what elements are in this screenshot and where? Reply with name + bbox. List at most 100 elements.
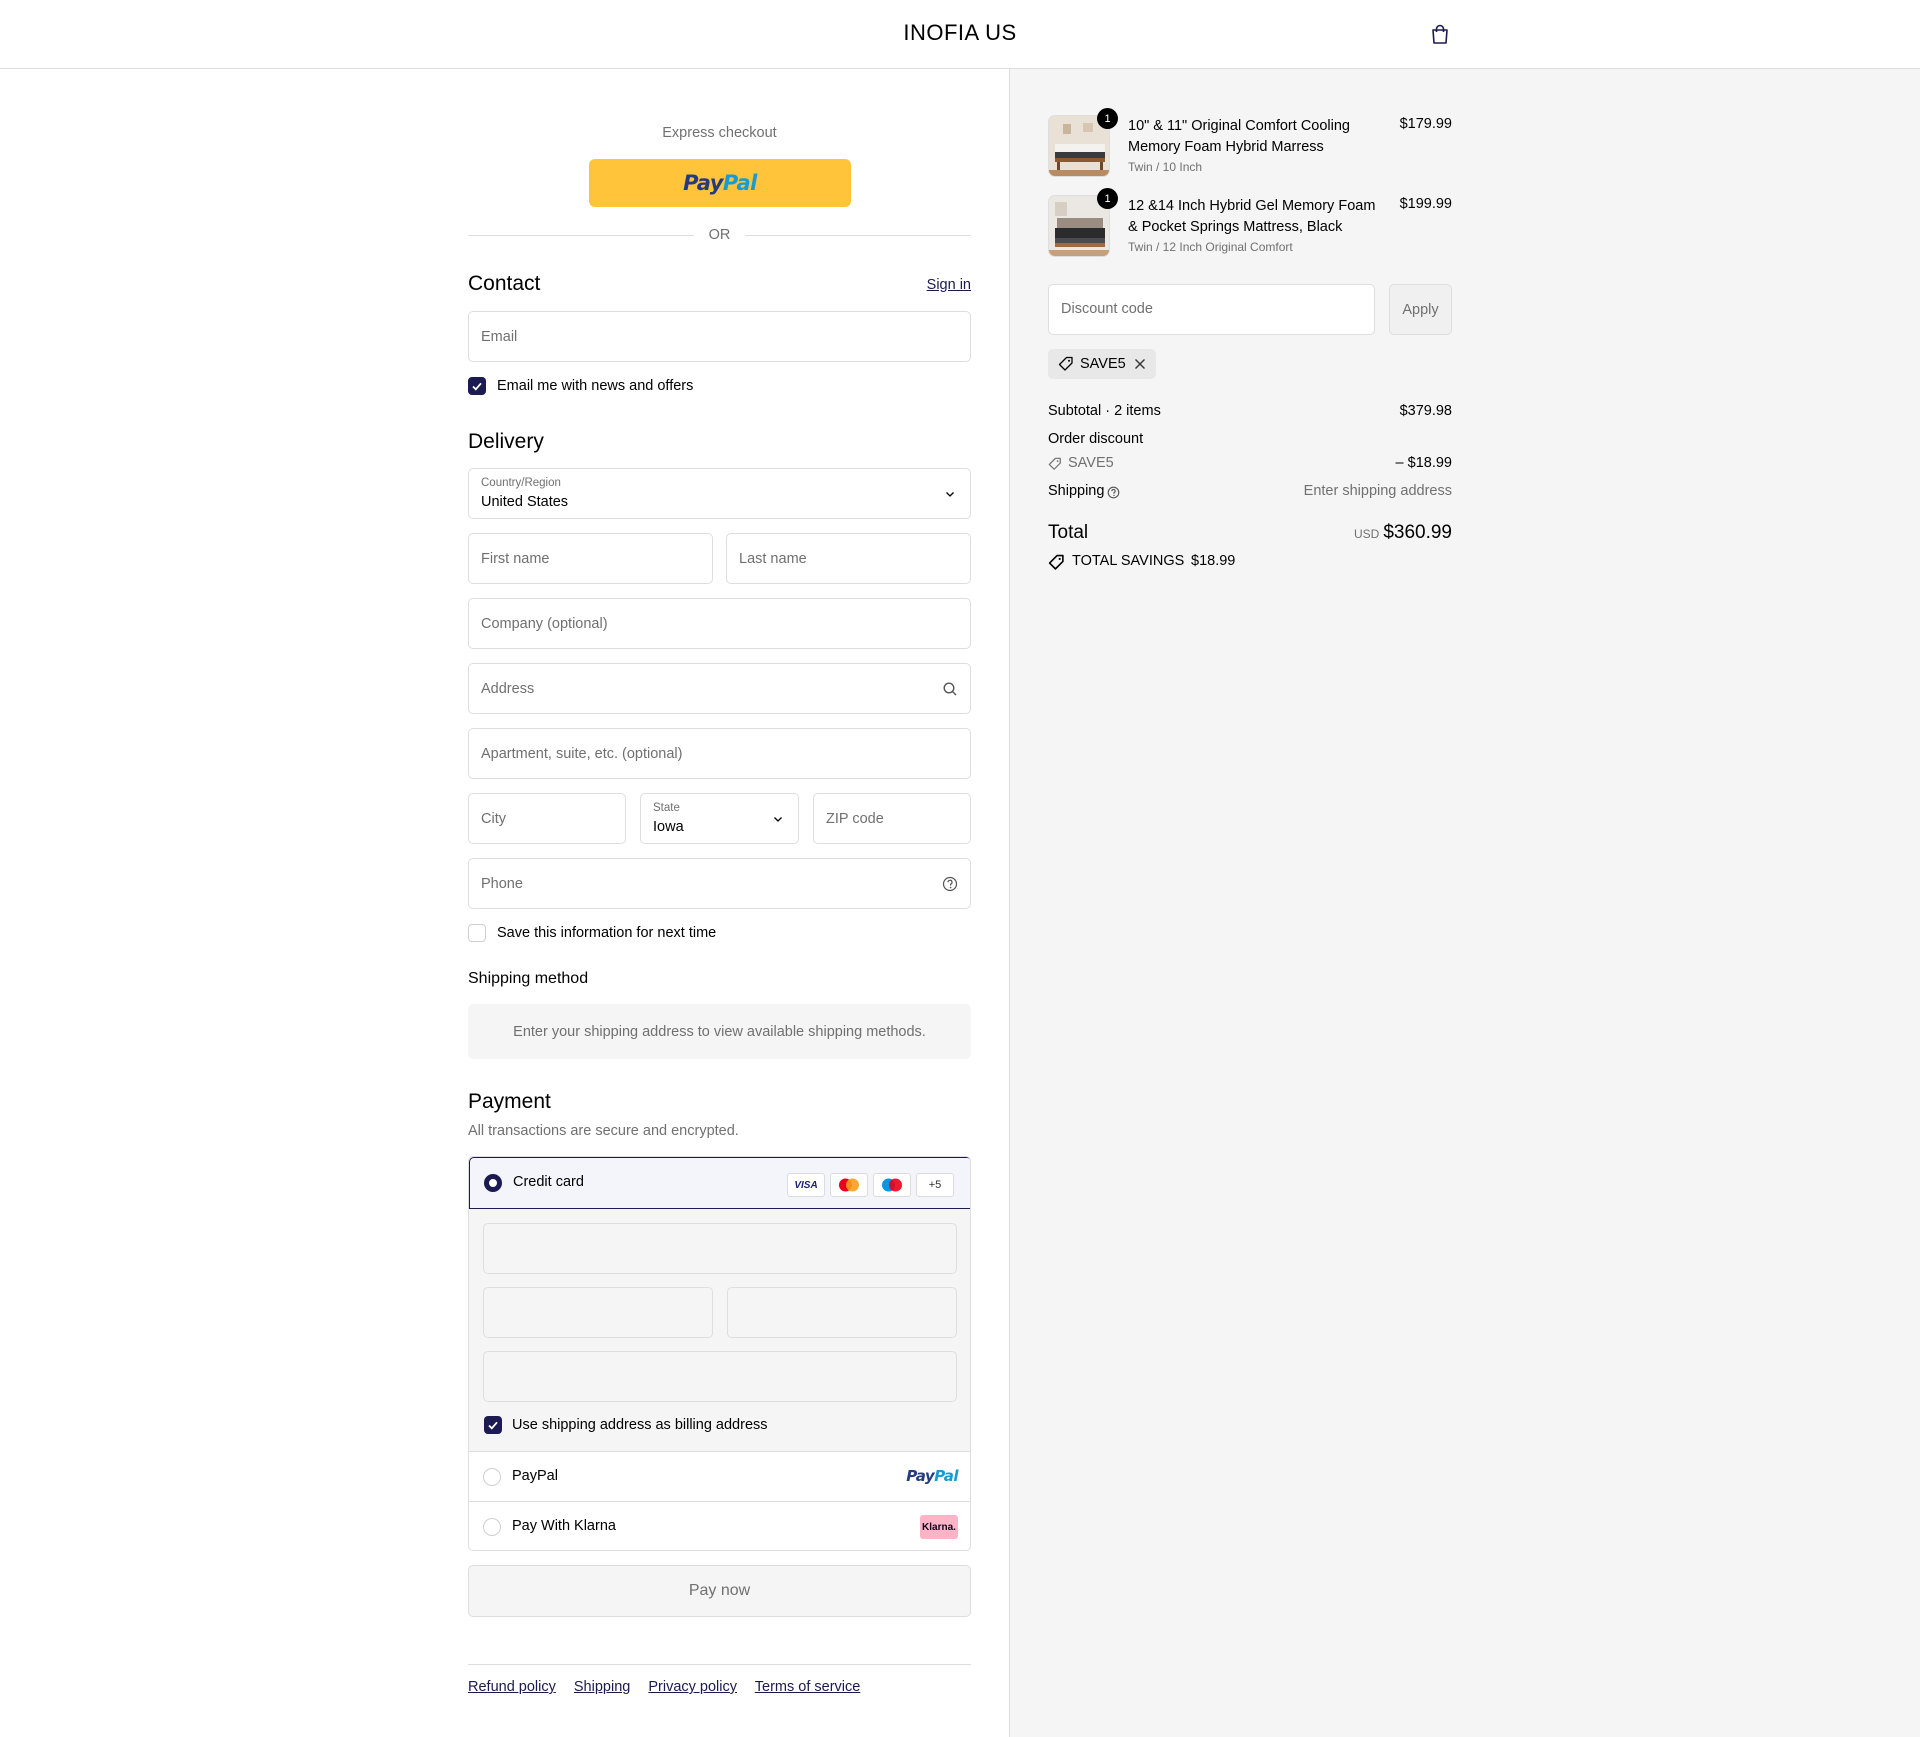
paypal-option[interactable]: PayPal PayPal	[469, 1452, 970, 1502]
product-price: $179.99	[1399, 116, 1452, 132]
credit-card-option[interactable]: Credit card VISA +5	[469, 1157, 970, 1209]
first-name-placeholder: First name	[481, 550, 550, 567]
shopping-bag-icon[interactable]	[1430, 23, 1450, 45]
applied-discount-tag: SAVE5	[1048, 349, 1156, 379]
apartment-placeholder: Apartment, suite, etc. (optional)	[481, 745, 683, 762]
address-placeholder: Address	[481, 680, 535, 697]
help-icon[interactable]	[1107, 486, 1120, 499]
apartment-field[interactable]: Apartment, suite, etc. (optional)	[468, 728, 971, 779]
tag-icon	[1048, 457, 1061, 470]
header: INOFIA US	[0, 0, 1920, 69]
klarna-logo: Klarna.	[920, 1515, 958, 1539]
shipping-value: Enter shipping address	[1303, 483, 1452, 499]
subtotal-label: Subtotal · 2 items	[1048, 403, 1161, 419]
close-icon[interactable]	[1134, 358, 1146, 370]
save-info-label: Save this information for next time	[497, 925, 717, 941]
refund-policy-link[interactable]: Refund policy	[468, 1679, 556, 1695]
discount-code-input[interactable]: Discount code	[1048, 284, 1375, 335]
name-on-card-input[interactable]	[483, 1351, 957, 1402]
shipping-label: Shipping	[1048, 483, 1105, 499]
order-discount-label: Order discount	[1048, 431, 1144, 447]
product-name: 12 &14 Inch Hybrid Gel Memory Foam & Poc…	[1128, 198, 1376, 235]
country-label: Country/Region	[481, 477, 561, 489]
order-discount-row: Order discount	[1048, 431, 1452, 447]
email-field[interactable]: Email	[468, 311, 971, 362]
phone-field[interactable]: Phone	[468, 858, 971, 909]
card-number-input[interactable]	[483, 1223, 957, 1274]
phone-placeholder: Phone	[481, 875, 523, 892]
paypal-express-button[interactable]: PayPal	[589, 159, 851, 207]
company-field[interactable]: Company (optional)	[468, 598, 971, 649]
footer-divider	[468, 1664, 971, 1665]
klarna-radio[interactable]	[483, 1518, 501, 1536]
city-field[interactable]: City	[468, 793, 626, 844]
first-name-field[interactable]: First name	[468, 533, 713, 584]
footer-links: Refund policy Shipping Privacy policy Te…	[468, 1679, 874, 1695]
applied-code: SAVE5	[1080, 356, 1126, 372]
address-field[interactable]: Address	[468, 663, 971, 714]
apply-button[interactable]: Apply	[1389, 284, 1452, 335]
store-name[interactable]: INOFIA US	[0, 20, 1920, 46]
news-label: Email me with news and offers	[497, 378, 694, 394]
currency-code: USD	[1353, 527, 1380, 541]
shipping-link[interactable]: Shipping	[574, 1679, 630, 1695]
quantity-badge: 1	[1097, 108, 1118, 129]
maestro-icon	[873, 1173, 911, 1197]
billing-same-checkbox[interactable]	[484, 1416, 502, 1434]
security-code-input[interactable]	[727, 1287, 957, 1338]
news-checkbox[interactable]	[468, 377, 486, 395]
billing-same-label: Use shipping address as billing address	[512, 1417, 768, 1433]
zip-field[interactable]: ZIP code	[813, 793, 971, 844]
cart-item: 1 10" & 11" Original Comfort Cooling Mem…	[1048, 108, 1452, 185]
sign-in-link[interactable]: Sign in	[927, 277, 971, 293]
paypal-label: PayPal	[512, 1468, 558, 1484]
cart-item: 1 12 &14 Inch Hybrid Gel Memory Foam & P…	[1048, 188, 1452, 265]
contact-heading: Contact	[468, 272, 541, 295]
product-price: $199.99	[1399, 196, 1452, 212]
product-variant: Twin / 12 Inch Original Comfort	[1128, 240, 1293, 254]
total-amount: USD $360.99	[1354, 522, 1452, 544]
payment-heading: Payment	[468, 1090, 551, 1113]
or-divider: OR	[468, 225, 971, 245]
total-savings-label: TOTAL SAVINGS	[1072, 553, 1185, 569]
tag-icon	[1048, 554, 1064, 570]
shipping-row: Shipping Enter shipping address	[1048, 483, 1452, 499]
credit-card-label: Credit card	[513, 1174, 584, 1190]
total-value: $360.99	[1383, 522, 1452, 543]
subtotal-row: Subtotal · 2 items $379.98	[1048, 403, 1452, 419]
klarna-option[interactable]: Pay With Klarna Klarna.	[469, 1502, 970, 1550]
country-value: United States	[481, 494, 569, 510]
company-placeholder: Company (optional)	[481, 615, 608, 632]
expiration-input[interactable]	[483, 1287, 713, 1338]
save-info-checkbox[interactable]	[468, 924, 486, 942]
help-icon[interactable]	[942, 876, 958, 892]
product-name: 10" & 11" Original Comfort Cooling Memor…	[1128, 118, 1350, 155]
payment-methods: Credit card VISA +5 Use shipping address…	[468, 1156, 971, 1551]
credit-card-radio[interactable]	[484, 1174, 502, 1192]
express-checkout-label: Express checkout	[662, 125, 777, 141]
country-select[interactable]: Country/Region United States	[468, 468, 971, 519]
total-label: Total	[1048, 522, 1089, 543]
product-variant: Twin / 10 Inch	[1128, 160, 1203, 174]
discount-placeholder: Discount code	[1061, 301, 1153, 317]
zip-placeholder: ZIP code	[826, 810, 884, 827]
pay-now-button[interactable]: Pay now	[468, 1565, 971, 1617]
last-name-placeholder: Last name	[739, 550, 807, 567]
check-icon	[488, 1421, 498, 1430]
privacy-policy-link[interactable]: Privacy policy	[648, 1679, 737, 1695]
shipping-method-info: Enter your shipping address to view avai…	[468, 1004, 971, 1059]
shipping-method-heading: Shipping method	[468, 970, 589, 987]
check-icon	[472, 382, 482, 391]
state-value: Iowa	[653, 819, 684, 835]
more-cards-badge: +5	[916, 1173, 954, 1197]
discount-value: – $18.99	[1395, 455, 1452, 471]
chevron-down-icon	[946, 491, 954, 497]
paypal-radio[interactable]	[483, 1468, 501, 1486]
search-icon	[943, 681, 957, 695]
last-name-field[interactable]: Last name	[726, 533, 971, 584]
terms-of-service-link[interactable]: Terms of service	[755, 1679, 861, 1695]
state-select[interactable]: State Iowa	[640, 793, 799, 844]
email-placeholder: Email	[481, 328, 518, 345]
quantity-badge: 1	[1097, 188, 1118, 209]
total-row: Total USD $360.99	[1048, 522, 1452, 550]
